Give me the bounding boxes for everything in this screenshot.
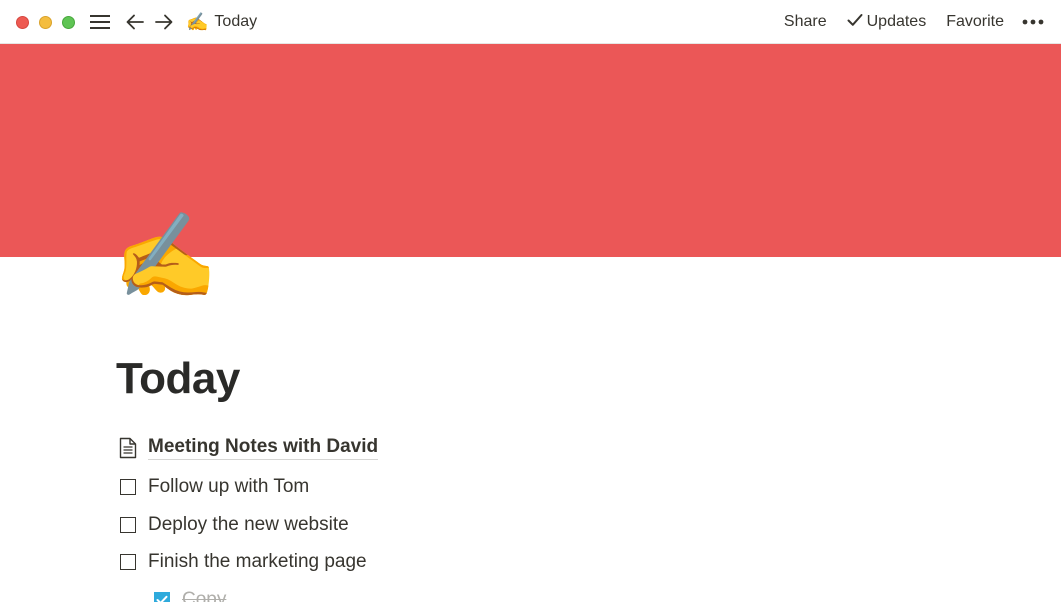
hamburger-menu-icon[interactable] xyxy=(88,11,112,33)
todo-item-nested: Copy xyxy=(150,586,226,602)
todo-label[interactable]: Follow up with Tom xyxy=(148,476,309,498)
todo-label[interactable]: Deploy the new website xyxy=(148,514,349,536)
checkmark-icon xyxy=(156,595,168,602)
window-close-button[interactable] xyxy=(16,16,29,29)
page-link-label[interactable]: Meeting Notes with David xyxy=(148,436,379,460)
todo-label[interactable]: Copy xyxy=(182,589,226,602)
arrow-left-icon[interactable] xyxy=(124,11,146,33)
share-button[interactable]: Share xyxy=(784,13,827,31)
more-horizontal-icon[interactable] xyxy=(1021,19,1045,25)
window-minimize-button[interactable] xyxy=(39,16,52,29)
favorite-button[interactable]: Favorite xyxy=(946,13,1004,31)
todo-checkbox[interactable] xyxy=(120,517,136,533)
updates-label: Updates xyxy=(866,13,927,30)
todo-checkbox[interactable] xyxy=(120,554,136,570)
share-label: Share xyxy=(783,13,827,30)
todo-item: Finish the marketing page xyxy=(116,548,367,576)
page-link-block[interactable]: Meeting Notes with David xyxy=(116,434,379,462)
todo-checkbox-checked[interactable] xyxy=(154,592,170,602)
checkmark-icon xyxy=(847,13,863,32)
todo-label[interactable]: Finish the marketing page xyxy=(148,551,367,573)
breadcrumb-label: Today xyxy=(214,13,258,30)
app-window: ✍️ Today Share Updates Favorite ✍️ Today… xyxy=(0,0,1061,602)
todo-item: Follow up with Tom xyxy=(116,473,309,501)
document-icon xyxy=(116,436,140,460)
title-bar: ✍️ Today Share Updates Favorite xyxy=(0,0,1061,44)
todo-checkbox[interactable] xyxy=(120,479,136,495)
page-title[interactable]: Today xyxy=(116,354,240,405)
todo-item: Deploy the new website xyxy=(116,511,349,539)
breadcrumb[interactable]: ✍️ Today xyxy=(186,11,257,33)
updates-button[interactable]: Updates xyxy=(847,13,927,32)
favorite-label: Favorite xyxy=(946,13,1004,30)
page-icon[interactable]: ✍️ xyxy=(113,214,218,310)
title-bar-actions: Share Updates Favorite xyxy=(764,11,1045,33)
writing-hand-icon: ✍️ xyxy=(186,12,209,32)
arrow-right-icon[interactable] xyxy=(153,11,175,33)
window-maximize-button[interactable] xyxy=(62,16,75,29)
